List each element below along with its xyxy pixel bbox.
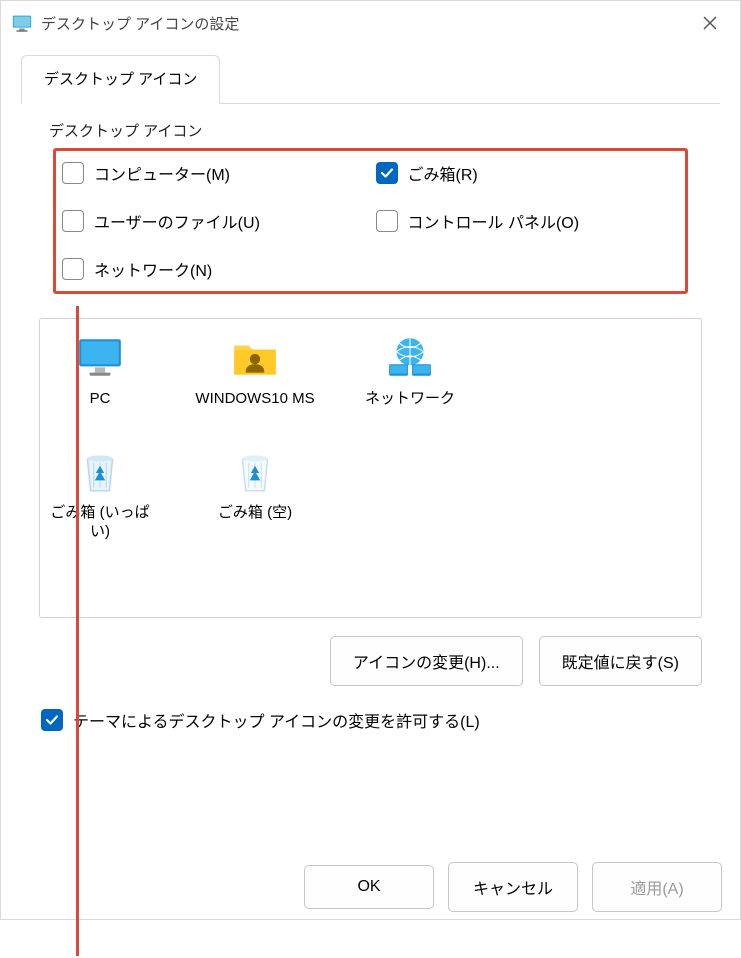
- checkbox-label-userfiles: ユーザーのファイル(U): [94, 209, 260, 233]
- icon-item-user[interactable]: WINDOWS10 MS: [180, 333, 330, 409]
- icon-preview-panel[interactable]: PC WINDOWS10 MS ネットワーク: [39, 318, 702, 618]
- checkbox-userfiles[interactable]: [62, 210, 84, 232]
- apply-button: 適用(A): [592, 862, 722, 912]
- user-folder-icon: [230, 333, 280, 383]
- checkbox-row-control[interactable]: コントロール パネル(O): [376, 209, 680, 233]
- window-title: デスクトップ アイコンの設定: [41, 13, 690, 34]
- checkbox-control[interactable]: [376, 210, 398, 232]
- icon-label-bin-full: ごみ箱 (いっぱい): [50, 503, 150, 542]
- checkbox-label-computer: コンピューター(M): [94, 161, 230, 185]
- checkbox-network[interactable]: [62, 258, 84, 280]
- annotation-callout-line: [76, 306, 79, 956]
- cancel-button[interactable]: キャンセル: [448, 862, 578, 912]
- fieldset-legend: デスクトップ アイコン: [45, 120, 206, 141]
- dialog-window: デスクトップ アイコンの設定 デスクトップ アイコン デスクトップ アイコン コ…: [0, 0, 741, 920]
- titlebar: デスクトップ アイコンの設定: [1, 1, 740, 45]
- ok-button[interactable]: OK: [304, 865, 434, 909]
- icon-label-network: ネットワーク: [365, 389, 455, 409]
- checkmark-icon: [45, 713, 59, 727]
- checkbox-row-network[interactable]: ネットワーク(N): [62, 257, 366, 281]
- checkbox-row-computer[interactable]: コンピューター(M): [62, 161, 366, 185]
- checkbox-label-recycle: ごみ箱(R): [408, 161, 478, 185]
- icon-label-bin-empty: ごみ箱 (空): [218, 503, 292, 523]
- tab-desktop-icons[interactable]: デスクトップ アイコン: [21, 55, 220, 104]
- dialog-button-bar: OK キャンセル 適用(A): [1, 855, 740, 919]
- icon-item-bin-empty[interactable]: ごみ箱 (空): [180, 447, 330, 542]
- tab-strip: デスクトップ アイコン: [21, 55, 720, 104]
- tab-area: デスクトップ アイコン デスクトップ アイコン コンピューター(M): [1, 55, 740, 750]
- icon-item-bin-full[interactable]: ごみ箱 (いっぱい): [50, 447, 150, 542]
- icon-label-user: WINDOWS10 MS: [195, 389, 314, 409]
- checkbox-row-userfiles[interactable]: ユーザーのファイル(U): [62, 209, 366, 233]
- close-icon: [703, 16, 717, 30]
- icon-item-pc[interactable]: PC: [50, 333, 150, 409]
- icon-label-pc: PC: [90, 389, 111, 409]
- fieldset-desktop-icons: デスクトップ アイコン コンピューター(M) ごみ箱(R): [39, 132, 702, 308]
- checkbox-label-control: コントロール パネル(O): [408, 209, 580, 233]
- checkbox-computer[interactable]: [62, 162, 84, 184]
- checkbox-row-recycle[interactable]: ごみ箱(R): [376, 161, 680, 185]
- recycle-bin-empty-icon: [230, 447, 280, 497]
- close-button[interactable]: [690, 3, 730, 43]
- checkbox-recycle[interactable]: [376, 162, 398, 184]
- recycle-bin-full-icon: [75, 447, 125, 497]
- checkbox-row-theme[interactable]: テーマによるデスクトップ アイコンの変更を許可する(L): [41, 708, 702, 732]
- icon-action-row: アイコンの変更(H)... 既定値に戻す(S): [39, 636, 702, 686]
- restore-default-button[interactable]: 既定値に戻す(S): [539, 636, 702, 686]
- checkbox-label-network: ネットワーク(N): [94, 257, 212, 281]
- checkbox-theme[interactable]: [41, 709, 63, 731]
- checkbox-label-theme: テーマによるデスクトップ アイコンの変更を許可する(L): [73, 708, 480, 732]
- pc-icon: [75, 333, 125, 383]
- icon-item-network[interactable]: ネットワーク: [360, 333, 460, 409]
- checkmark-icon: [380, 166, 394, 180]
- change-icon-button[interactable]: アイコンの変更(H)...: [330, 636, 523, 686]
- app-icon: [11, 12, 33, 34]
- annotation-highlight-box: コンピューター(M) ごみ箱(R) ユーザーのファイル(U): [53, 148, 688, 294]
- tab-content: デスクトップ アイコン コンピューター(M) ごみ箱(R): [21, 104, 720, 750]
- network-icon: [385, 333, 435, 383]
